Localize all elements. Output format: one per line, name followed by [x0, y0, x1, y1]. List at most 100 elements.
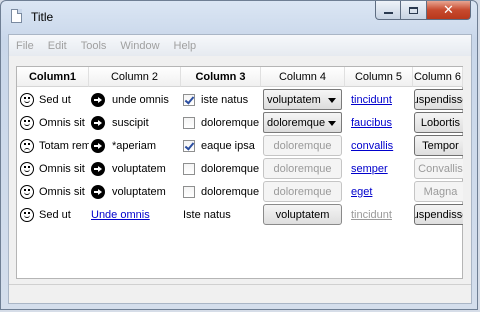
cell-button: doloremque	[263, 135, 342, 156]
smile-icon	[20, 184, 34, 199]
cell: Sed ut	[17, 88, 89, 111]
link[interactable]: faucibus	[351, 117, 392, 129]
document-icon	[11, 9, 22, 23]
cell-text: *aperiam	[112, 139, 157, 152]
cell-button: Magna	[414, 181, 463, 202]
cell-button[interactable]: uspendisse	[414, 204, 463, 225]
column-header-6[interactable]: Column 6	[413, 67, 463, 87]
cell-text: Iste natus	[183, 208, 231, 221]
cell: doloremque	[181, 111, 261, 134]
cell: voluptatem	[89, 157, 181, 180]
cell: Totam rem	[17, 134, 89, 157]
menu-help[interactable]: Help	[167, 40, 204, 52]
title-bar[interactable]: Title ✕	[1, 1, 477, 33]
dropdown[interactable]: doloremque	[263, 112, 342, 133]
link[interactable]: eget	[351, 186, 372, 198]
smile-icon	[20, 161, 34, 176]
status-bar	[9, 284, 471, 303]
cell: tincidunt	[345, 88, 413, 111]
arrow-right-circle-icon[interactable]	[91, 92, 105, 107]
menu-bar: File Edit Tools Window Help	[9, 35, 471, 56]
checkbox[interactable]	[183, 116, 195, 129]
cell-text: Sed ut	[39, 93, 71, 106]
cell: doloremque	[261, 111, 345, 134]
minimize-icon	[383, 12, 393, 14]
checkbox[interactable]	[183, 185, 195, 198]
table-row[interactable]: Omnis sit suscipit doloremque doloremque fau…	[17, 111, 463, 134]
cell: *aperiam	[89, 134, 181, 157]
checkbox-label: iste natus	[201, 93, 249, 106]
cell: Unde omnis	[89, 203, 181, 226]
cell: Omnis sit	[17, 180, 89, 203]
dropdown[interactable]: voluptatem	[263, 89, 342, 110]
link[interactable]: Unde omnis	[91, 209, 150, 221]
cell-text: Omnis sit	[39, 185, 85, 198]
arrow-right-circle-icon[interactable]	[91, 138, 105, 153]
checkbox-label: doloremque	[201, 116, 260, 129]
cell: doloremque	[181, 180, 261, 203]
cell: voluptatem	[261, 88, 345, 111]
menu-file[interactable]: File	[9, 40, 41, 52]
cell-text: Sed ut	[39, 208, 71, 221]
maximize-button[interactable]	[401, 1, 427, 20]
arrow-right-circle-icon[interactable]	[91, 184, 105, 199]
link: tincidunt	[351, 208, 392, 221]
smile-icon	[20, 92, 34, 107]
cell-button[interactable]: voluptatem	[263, 204, 342, 225]
menu-window[interactable]: Window	[113, 40, 166, 52]
cell: doloremque	[261, 157, 345, 180]
table-row[interactable]: Omnis sit voluptatem doloremque doloremque s…	[17, 157, 463, 180]
app-window: Title ✕ File Edit Tools Window Help Colu…	[0, 0, 478, 310]
cell: Omnis sit	[17, 157, 89, 180]
table-row[interactable]: Totam rem *aperiam eaque ipsa doloremque con…	[17, 134, 463, 157]
window-controls: ✕	[375, 1, 471, 21]
cell: Omnis sit	[17, 111, 89, 134]
cell: eaque ipsa	[181, 134, 261, 157]
cell: Magna	[413, 180, 463, 203]
cell-text: Totam rem	[39, 139, 89, 152]
column-header-5[interactable]: Column 5	[345, 67, 413, 87]
checkbox[interactable]	[183, 93, 195, 106]
close-button[interactable]: ✕	[427, 1, 471, 20]
menu-edit[interactable]: Edit	[41, 40, 74, 52]
cell: uspendisse	[413, 88, 463, 111]
checkbox[interactable]	[183, 162, 195, 175]
arrow-right-circle-icon[interactable]	[91, 115, 105, 130]
cell: Iste natus	[181, 203, 261, 226]
cell-text: suscipit	[112, 116, 149, 129]
checkbox-label: doloremque	[201, 162, 260, 175]
arrow-right-circle-icon[interactable]	[91, 161, 105, 176]
link[interactable]: tincidunt	[351, 94, 392, 106]
cell: Lobortis	[413, 111, 463, 134]
table-row[interactable]: Omnis sit voluptatem doloremque doloremque e…	[17, 180, 463, 203]
checkbox[interactable]	[183, 139, 195, 152]
window-title: Title	[31, 10, 54, 24]
cell-button[interactable]: uspendisse	[414, 89, 463, 110]
cell: eget	[345, 180, 413, 203]
chevron-down-icon	[328, 121, 336, 126]
table-row[interactable]: Sed ut Unde omnis Iste natus voluptatem tinc…	[17, 203, 463, 226]
cell: uspendisse	[413, 203, 463, 226]
maximize-icon	[409, 6, 418, 14]
cell: iste natus	[181, 88, 261, 111]
cell-button: Convallis	[414, 158, 463, 179]
cell-text: unde omnis	[112, 93, 169, 106]
table-row[interactable]: Sed ut unde omnis iste natus voluptatem tinc…	[17, 88, 463, 111]
cell-button[interactable]: Tempor	[414, 135, 463, 156]
cell: Tempor	[413, 134, 463, 157]
menu-tools[interactable]: Tools	[74, 40, 114, 52]
column-header-1[interactable]: Column1	[17, 67, 89, 87]
link[interactable]: semper	[351, 163, 388, 175]
minimize-button[interactable]	[375, 1, 401, 20]
column-header-2[interactable]: Column 2	[89, 67, 181, 87]
data-table: Column1 Column 2 Column 3 Column 4 Colum…	[16, 66, 463, 279]
cell-button[interactable]: Lobortis	[414, 112, 463, 133]
column-header-3[interactable]: Column 3	[181, 67, 261, 87]
cell: faucibus	[345, 111, 413, 134]
link[interactable]: convallis	[351, 140, 393, 152]
column-header-4[interactable]: Column 4	[261, 67, 345, 87]
cell: doloremque	[261, 180, 345, 203]
cell: voluptatem	[261, 203, 345, 226]
smile-icon	[20, 115, 34, 130]
cell: Convallis	[413, 157, 463, 180]
